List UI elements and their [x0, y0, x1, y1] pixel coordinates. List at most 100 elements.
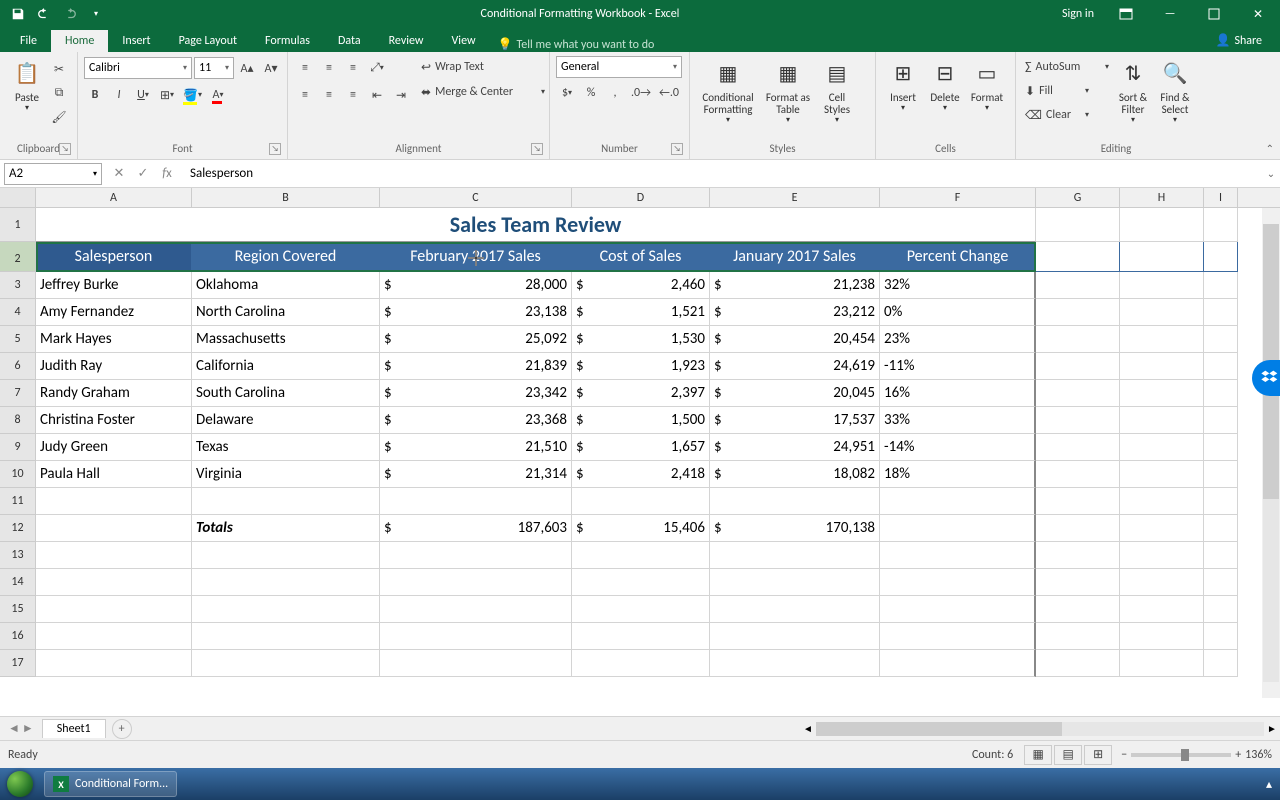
- increase-decimal-icon[interactable]: .0→: [628, 82, 654, 104]
- align-middle-icon[interactable]: ≡: [318, 57, 340, 79]
- cell[interactable]: [1204, 353, 1238, 380]
- sheet-nav-next-icon[interactable]: ►: [22, 721, 34, 736]
- align-center-icon[interactable]: ≡: [318, 84, 340, 106]
- cell[interactable]: [880, 515, 1036, 542]
- cell[interactable]: [1036, 461, 1120, 488]
- cell[interactable]: [880, 569, 1036, 596]
- cell-feb[interactable]: $23,138: [380, 299, 572, 326]
- number-dialog-icon[interactable]: ↘: [671, 143, 683, 155]
- dropbox-badge-icon[interactable]: [1252, 360, 1280, 396]
- row-header[interactable]: 3: [0, 272, 36, 299]
- border-button[interactable]: ⊞▾: [156, 84, 178, 106]
- cell[interactable]: [710, 596, 880, 623]
- column-header-B[interactable]: B: [192, 188, 380, 207]
- cell-name[interactable]: Judith Ray: [36, 353, 192, 380]
- cell-jan[interactable]: $20,045: [710, 380, 880, 407]
- cell[interactable]: [192, 488, 380, 515]
- cell[interactable]: [1120, 596, 1204, 623]
- cell[interactable]: [192, 623, 380, 650]
- cell[interactable]: [1120, 380, 1204, 407]
- cell[interactable]: [1204, 434, 1238, 461]
- cell[interactable]: [1120, 326, 1204, 353]
- cell[interactable]: [572, 623, 710, 650]
- cell-jan[interactable]: $23,212: [710, 299, 880, 326]
- tab-data[interactable]: Data: [324, 30, 375, 52]
- tab-page-layout[interactable]: Page Layout: [165, 30, 251, 52]
- cell-name[interactable]: Judy Green: [36, 434, 192, 461]
- cell[interactable]: [1036, 353, 1120, 380]
- cell[interactable]: [1120, 353, 1204, 380]
- taskbar-excel-button[interactable]: XConditional Form...: [44, 771, 177, 797]
- cell[interactable]: [880, 623, 1036, 650]
- row-header[interactable]: 15: [0, 596, 36, 623]
- cell-region[interactable]: Virginia: [192, 461, 380, 488]
- row-header[interactable]: 5: [0, 326, 36, 353]
- cell-feb[interactable]: $25,092: [380, 326, 572, 353]
- cell[interactable]: [192, 596, 380, 623]
- header-cell[interactable]: Salesperson: [36, 242, 192, 272]
- cell[interactable]: [192, 542, 380, 569]
- cell-jan[interactable]: $24,951: [710, 434, 880, 461]
- cell[interactable]: [1204, 299, 1238, 326]
- accounting-format-icon[interactable]: $▾: [556, 82, 578, 104]
- row-header[interactable]: 4: [0, 299, 36, 326]
- save-icon[interactable]: [6, 3, 30, 25]
- qat-customize-icon[interactable]: ▾: [84, 3, 108, 25]
- font-color-button[interactable]: A▾: [207, 84, 229, 106]
- alignment-dialog-icon[interactable]: ↘: [531, 143, 543, 155]
- cell[interactable]: [1036, 299, 1120, 326]
- row-header[interactable]: 10: [0, 461, 36, 488]
- cell-jan[interactable]: $17,537: [710, 407, 880, 434]
- totals-feb[interactable]: $187,603: [380, 515, 572, 542]
- row-header[interactable]: 11: [0, 488, 36, 515]
- cell-pct[interactable]: 0%: [880, 299, 1036, 326]
- cell-name[interactable]: Amy Fernandez: [36, 299, 192, 326]
- cell[interactable]: [880, 488, 1036, 515]
- font-name-combo[interactable]: Calibri▾: [84, 57, 192, 79]
- cell[interactable]: [36, 569, 192, 596]
- cell[interactable]: [572, 542, 710, 569]
- ribbon-display-icon[interactable]: [1104, 0, 1148, 28]
- font-size-combo[interactable]: 11▾: [194, 57, 234, 79]
- cell[interactable]: [36, 542, 192, 569]
- cell-jan[interactable]: $21,238: [710, 272, 880, 299]
- copy-icon[interactable]: ⧉: [48, 82, 70, 104]
- column-header-F[interactable]: F: [880, 188, 1036, 207]
- cell[interactable]: [1204, 272, 1238, 299]
- cell[interactable]: [1204, 208, 1238, 242]
- cell[interactable]: [1204, 569, 1238, 596]
- align-right-icon[interactable]: ≡: [342, 84, 364, 106]
- cell-feb[interactable]: $28,000: [380, 272, 572, 299]
- merge-center-button[interactable]: ⬌Merge & Center▾: [418, 81, 548, 103]
- system-tray[interactable]: ▴: [1266, 777, 1280, 792]
- cell-feb[interactable]: $21,314: [380, 461, 572, 488]
- wrap-text-button[interactable]: ↩Wrap Text: [418, 56, 528, 78]
- cell[interactable]: [1204, 242, 1238, 272]
- cell-jan[interactable]: $18,082: [710, 461, 880, 488]
- row-header[interactable]: 7: [0, 380, 36, 407]
- cell[interactable]: [710, 542, 880, 569]
- cell-cost[interactable]: $2,418: [572, 461, 710, 488]
- row-header[interactable]: 17: [0, 650, 36, 677]
- cell[interactable]: [1036, 488, 1120, 515]
- cell-cost[interactable]: $1,521: [572, 299, 710, 326]
- cell[interactable]: [1120, 272, 1204, 299]
- cell[interactable]: [710, 488, 880, 515]
- clear-button[interactable]: ⌫Clear▾: [1022, 104, 1092, 126]
- cell[interactable]: [1204, 407, 1238, 434]
- align-top-icon[interactable]: ≡: [294, 57, 316, 79]
- cell-region[interactable]: California: [192, 353, 380, 380]
- row-header[interactable]: 9: [0, 434, 36, 461]
- title-cell[interactable]: Sales Team Review: [36, 208, 1036, 242]
- cell[interactable]: [1120, 542, 1204, 569]
- zoom-slider[interactable]: [1131, 753, 1231, 757]
- cell[interactable]: [36, 650, 192, 677]
- underline-button[interactable]: U▾: [132, 84, 154, 106]
- row-header[interactable]: 12: [0, 515, 36, 542]
- horizontal-scrollbar[interactable]: ◄ ►: [800, 720, 1280, 738]
- cell[interactable]: [1120, 488, 1204, 515]
- row-header[interactable]: 8: [0, 407, 36, 434]
- zoom-level[interactable]: 136%: [1245, 748, 1272, 762]
- totals-label[interactable]: Totals: [192, 515, 380, 542]
- find-select-button[interactable]: 🔍Find & Select▾: [1154, 56, 1196, 127]
